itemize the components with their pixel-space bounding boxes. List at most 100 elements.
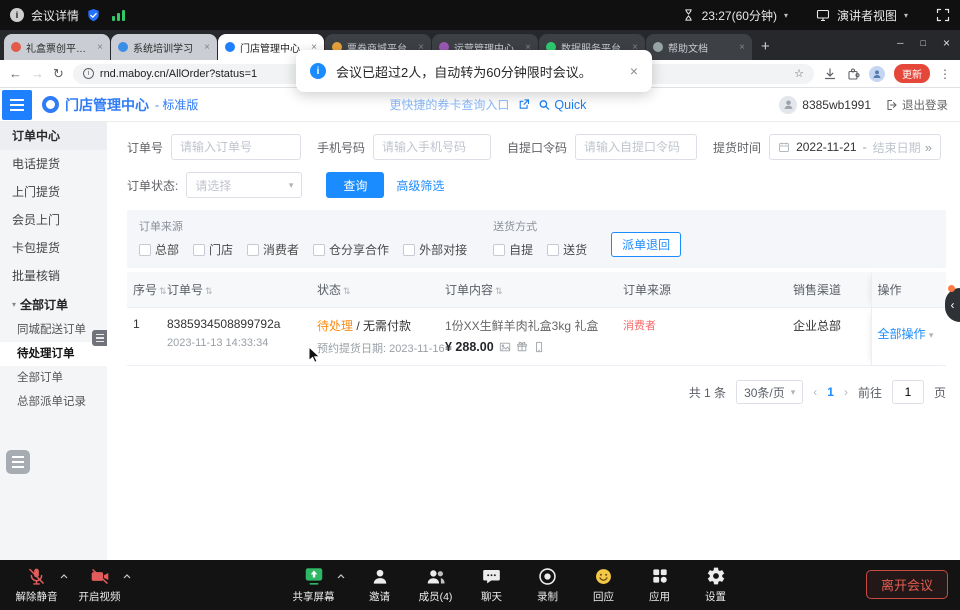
sort-icon[interactable]: ⇅ bbox=[205, 286, 213, 296]
quick-search-link[interactable]: Quick bbox=[538, 98, 586, 112]
members-people-icon bbox=[425, 565, 447, 587]
new-tab-button[interactable]: + bbox=[761, 38, 770, 55]
advanced-filter-link[interactable]: 高级筛选 bbox=[396, 177, 444, 194]
view-mode-label[interactable]: 演讲者视图 bbox=[837, 7, 897, 24]
date-range-picker[interactable]: 2022-11-21 - 结束日期 bbox=[769, 134, 941, 160]
chat-button[interactable]: 聊天 bbox=[465, 565, 518, 604]
toast-close-icon[interactable]: × bbox=[630, 63, 638, 79]
tab-close-icon[interactable]: × bbox=[97, 42, 103, 53]
sidebar-item-door-pickup[interactable]: 上门提货 bbox=[0, 178, 107, 206]
next-page-icon[interactable]: › bbox=[844, 385, 848, 399]
image-icon[interactable] bbox=[499, 341, 511, 353]
logout-button[interactable]: 退出登录 bbox=[886, 97, 948, 113]
start-video-button[interactable]: 开启视频 bbox=[73, 565, 126, 604]
source-checkbox-hq[interactable]: 总部 bbox=[139, 241, 179, 258]
delivery-checkbox-delivery[interactable]: 送货 bbox=[547, 241, 587, 258]
share-options-caret-icon[interactable] bbox=[337, 574, 345, 579]
meeting-control-bar: 解除静音 开启视频 bbox=[0, 560, 960, 610]
bookmark-star-icon[interactable]: ☆ bbox=[794, 67, 804, 80]
sort-icon[interactable]: ⇅ bbox=[495, 286, 503, 296]
download-icon[interactable] bbox=[823, 67, 837, 81]
source-checkbox-consumer[interactable]: 消费者 bbox=[247, 241, 299, 258]
microphone-muted-icon bbox=[26, 565, 47, 587]
col-index[interactable]: 序号⇅ bbox=[127, 272, 161, 308]
record-button[interactable]: 录制 bbox=[521, 565, 574, 604]
window-minimize-icon[interactable]: ─ bbox=[897, 38, 903, 48]
timer-caret-icon[interactable]: ▾ bbox=[784, 11, 788, 20]
external-link-icon[interactable] bbox=[518, 99, 529, 110]
collapse-filters-icon[interactable]: » bbox=[925, 140, 932, 155]
meeting-details-label[interactable]: 会议详情 bbox=[31, 7, 79, 24]
goto-page-input[interactable] bbox=[892, 380, 924, 404]
sidebar-collapse-handle[interactable] bbox=[92, 330, 107, 346]
col-order-no[interactable]: 订单号⇅ bbox=[161, 272, 311, 308]
sidebar-item-card-pickup[interactable]: 卡包提货 bbox=[0, 234, 107, 262]
order-price: ¥ 288.00 bbox=[445, 340, 494, 354]
reactions-button[interactable]: 回应 bbox=[577, 565, 630, 604]
security-shield-icon[interactable] bbox=[86, 8, 101, 23]
order-status-select[interactable]: 请选择 ▾ bbox=[186, 172, 302, 198]
pickup-code-input[interactable] bbox=[575, 134, 697, 160]
source-checkbox-warehouse-coop[interactable]: 仓分享合作 bbox=[313, 241, 389, 258]
sidebar-item-member-visit[interactable]: 会员上门 bbox=[0, 206, 107, 234]
sidebar-subitem-hq-dispatch-log[interactable]: 总部派单记录 bbox=[0, 390, 107, 414]
invite-button[interactable]: 邀请 bbox=[353, 565, 406, 604]
hamburger-menu-button[interactable] bbox=[2, 90, 32, 120]
unmute-button[interactable]: 解除静音 bbox=[10, 565, 63, 604]
gift-icon[interactable] bbox=[516, 341, 528, 353]
page-size-select[interactable]: 30条/页 ▾ bbox=[736, 380, 803, 404]
sidebar-item-batch-verify[interactable]: 批量核销 bbox=[0, 262, 107, 290]
browser-update-button[interactable]: 更新 bbox=[894, 64, 930, 83]
sidebar-group-all-orders[interactable]: ▾ 全部订单 bbox=[0, 290, 107, 318]
back-icon[interactable]: ← bbox=[9, 66, 22, 81]
sidebar-subitem-all-orders[interactable]: 全部订单 bbox=[0, 366, 107, 390]
sort-icon[interactable]: ⇅ bbox=[343, 286, 351, 296]
user-account[interactable]: 8385wb1991 bbox=[779, 96, 871, 114]
promo-link[interactable]: 更快捷的券卡查询入口 bbox=[389, 96, 509, 113]
source-checkbox-external[interactable]: 外部对接 bbox=[403, 241, 467, 258]
phone-input[interactable] bbox=[373, 134, 491, 160]
search-button[interactable]: 查询 bbox=[326, 172, 384, 198]
settings-button[interactable]: 设置 bbox=[689, 565, 742, 604]
sidebar-subitem-city-delivery[interactable]: 同城配送订单 bbox=[0, 318, 107, 342]
view-mode-caret-icon[interactable]: ▾ bbox=[904, 11, 908, 20]
tab-close-icon[interactable]: × bbox=[739, 42, 745, 53]
browser-menu-icon[interactable]: ⋮ bbox=[939, 67, 951, 81]
delivery-checkbox-selfpickup[interactable]: 自提 bbox=[493, 241, 533, 258]
quick-menu-button[interactable] bbox=[6, 450, 30, 474]
window-close-icon[interactable]: × bbox=[943, 36, 950, 50]
order-source-label: 订单来源 bbox=[139, 218, 467, 234]
dispatch-return-button[interactable]: 派单退回 bbox=[611, 232, 681, 257]
browser-tab-7[interactable]: 帮助文档 × bbox=[646, 34, 752, 60]
sidebar-item-phone-pickup[interactable]: 电话提货 bbox=[0, 150, 107, 178]
phone-icon[interactable] bbox=[533, 341, 545, 353]
mic-options-caret-icon[interactable] bbox=[60, 574, 68, 579]
browser-tab-1[interactable]: 礼盒票创平台管理中心 × bbox=[4, 34, 110, 60]
prev-page-icon[interactable]: ‹ bbox=[813, 385, 817, 399]
fullscreen-icon[interactable] bbox=[936, 8, 950, 22]
browser-tab-2[interactable]: 系统培训学习 × bbox=[111, 34, 217, 60]
meeting-info-icon[interactable]: i bbox=[10, 8, 24, 22]
leave-meeting-button[interactable]: 离开会议 bbox=[866, 570, 948, 599]
col-content[interactable]: 订单内容⇅ bbox=[439, 272, 617, 308]
all-actions-dropdown[interactable]: 全部操作 ▾ bbox=[878, 325, 934, 342]
col-status[interactable]: 状态⇅ bbox=[311, 272, 439, 308]
source-checkbox-store[interactable]: 门店 bbox=[193, 241, 233, 258]
sort-icon[interactable]: ⇅ bbox=[159, 286, 167, 296]
order-no-input[interactable] bbox=[171, 134, 301, 160]
apps-button[interactable]: 应用 bbox=[633, 565, 686, 604]
window-maximize-icon[interactable]: □ bbox=[921, 38, 926, 48]
cell-status: 待处理 / 无需付款 预约提货日期: 2023-11-16 bbox=[311, 308, 439, 366]
browser-profile-avatar[interactable] bbox=[869, 66, 885, 82]
share-screen-button[interactable]: 共享屏幕 bbox=[287, 565, 340, 604]
camera-options-caret-icon[interactable] bbox=[123, 574, 131, 579]
forward-icon[interactable]: → bbox=[31, 66, 44, 81]
reload-icon[interactable]: ↻ bbox=[53, 66, 64, 82]
current-page[interactable]: 1 bbox=[827, 385, 834, 399]
members-button[interactable]: 成员(4) bbox=[409, 565, 462, 604]
meeting-screen: i 会议详情 23:27(60分钟) ▾ 演讲者视图 ▾ bbox=[0, 0, 960, 610]
sidebar-subitem-pending-orders[interactable]: 待处理订单 bbox=[0, 342, 107, 366]
tab-close-icon[interactable]: × bbox=[204, 42, 210, 53]
extensions-puzzle-icon[interactable] bbox=[846, 67, 860, 81]
site-info-icon[interactable]: i bbox=[83, 68, 94, 79]
